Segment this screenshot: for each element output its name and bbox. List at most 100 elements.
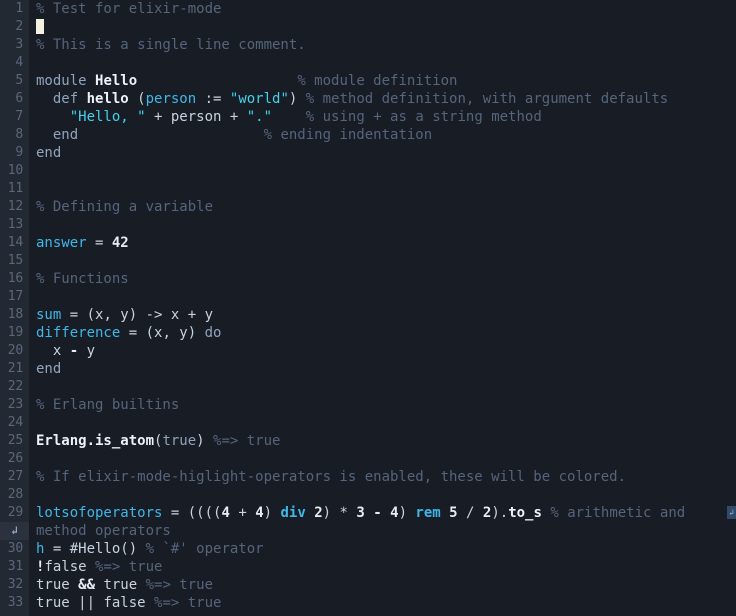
code-line-content[interactable]: answer = 42 [29,234,736,252]
code-line-row[interactable]: 27 % If elixir-mode-higlight-operators is… [0,468,736,486]
code-line-row[interactable]: 28 [0,486,736,504]
code-line-content[interactable]: % If elixir-mode-higlight-operators is e… [29,468,736,486]
code-line-row[interactable]: 30 h = #Hello() % `#' operator [0,540,736,558]
code-line-content[interactable] [29,180,736,198]
line-number: 33 [0,594,29,612]
code-line-content[interactable]: "Hello, " + person + "." % using + as a … [29,108,736,126]
line-wrap-icon: ↲ [727,506,736,519]
code-rows[interactable]: 1% Test for elixir-mode 2 3% This is a sin… [0,0,736,612]
code-line-row[interactable]: 19 difference = (x, y) do [0,324,736,342]
line-number: 17 [0,288,29,306]
wrap-continuation-row[interactable]: ↲ method operators [0,522,736,540]
code-line-content[interactable] [29,162,736,180]
code-line-content[interactable] [29,378,736,396]
code-line-row[interactable]: 14 answer = 42 [0,234,736,252]
code-line-row[interactable]: 8 end % ending indentation [0,126,736,144]
code-line-content[interactable]: end [29,360,736,378]
line-number: 26 [0,450,29,468]
code-line-row[interactable]: 18 sum = (x, y) -> x + y [0,306,736,324]
code-line-content[interactable]: % Functions [29,270,736,288]
code-line-content[interactable]: sum = (x, y) -> x + y [29,306,736,324]
code-line-row[interactable]: 24 [0,414,736,432]
code-line-row[interactable]: 2 [0,18,736,36]
code-line-content[interactable]: Erlang.is_atom(true) %=> true [29,432,736,450]
code-token-pl: false [44,559,87,575]
code-line-content[interactable] [29,414,736,432]
code-line-content[interactable]: % Test for elixir-mode [29,0,736,18]
code-line-row[interactable]: 32 true && true %=> true [0,576,736,594]
code-line-row[interactable]: 17 [0,288,736,306]
code-token-pl: = (x, y) -> x + y [61,307,214,323]
code-line-row[interactable]: 9 end [0,144,736,162]
code-editor[interactable]: 1% Test for elixir-mode 2 3% This is a sin… [0,0,736,616]
line-number: 20 [0,342,29,360]
code-line-row[interactable]: 31 !false %=> true [0,558,736,576]
code-line-row[interactable]: 6 def hello (person := "world") % method… [0,90,736,108]
code-token-op: - [373,505,382,521]
code-line-content[interactable] [29,252,736,270]
code-line-row[interactable]: 7 "Hello, " + person + "." % using + as … [0,108,736,126]
code-line-content[interactable]: difference = (x, y) do [29,324,736,342]
code-token-num: 42 [111,235,129,251]
code-line-row[interactable]: 25 Erlang.is_atom(true) %=> true [0,432,736,450]
code-line-content[interactable]: % Defining a variable [29,198,736,216]
code-line-content[interactable]: % This is a single line comment. [29,36,736,54]
code-line-content[interactable] [29,18,736,36]
code-line-content[interactable] [29,486,736,504]
code-line-content[interactable]: x - y [29,342,736,360]
code-line-content[interactable]: end [29,144,736,162]
code-line-content[interactable]: h = #Hello() % `#' operator [29,540,736,558]
code-line-content[interactable] [29,288,736,306]
code-line-row[interactable]: 21 end [0,360,736,378]
code-token-pl: / [457,505,483,521]
code-token-pl: ) [288,91,306,107]
code-line-content[interactable]: % Erlang builtins [29,396,736,414]
code-line-row[interactable]: 5 module Hello % module definition [0,72,736,90]
code-line-content[interactable]: def hello (person := "world") % method d… [29,90,736,108]
code-line-content[interactable]: lotsofoperators = ((((4 + 4) div 2) * 3 … [29,504,736,522]
code-line-row[interactable]: 16 % Functions [0,270,736,288]
code-token-cmt: % Test for elixir-mode [36,1,222,17]
code-token-cmt: % `#' operator [145,541,264,557]
code-line-row[interactable]: 22 [0,378,736,396]
code-line-content[interactable]: true && true %=> true [29,576,736,594]
code-line-content[interactable] [29,450,736,468]
code-token-num: 3 [356,505,365,521]
code-line-content[interactable]: true || false %=> true [29,594,736,612]
code-line-row[interactable]: 4 [0,54,736,72]
code-line-content[interactable]: end % ending indentation [29,126,736,144]
code-line-content[interactable] [29,54,736,72]
code-token-cmt: % method definition, with argument defau… [305,91,669,107]
line-number: 8 [0,126,29,144]
code-token-pl: = (x, y) [120,325,205,341]
code-line-content[interactable]: !false %=> true [29,558,736,576]
code-line-row[interactable]: 12 % Defining a variable [0,198,736,216]
wrap-marker-icon: ↲ [0,522,29,540]
code-line-row[interactable]: 20 x - y [0,342,736,360]
line-number: 24 [0,414,29,432]
code-line-row[interactable]: 3 % This is a single line comment. [0,36,736,54]
code-line-row[interactable]: 23 % Erlang builtins [0,396,736,414]
code-line-content[interactable] [29,216,736,234]
line-number: 10 [0,162,29,180]
code-line-content[interactable]: module Hello % module definition [29,72,736,90]
code-token-cmt: %=> true [145,577,214,593]
code-line-row[interactable]: 29 lotsofoperators = ((((4 + 4) div 2) * … [0,504,736,522]
code-line-row[interactable]: 15 [0,252,736,270]
code-token-pl: x [36,343,70,359]
code-line-row[interactable]: 26 [0,450,736,468]
code-line-row[interactable]: 13 [0,216,736,234]
line-number: 1 [0,0,29,18]
code-line-row[interactable]: 10 [0,162,736,180]
code-line-row[interactable]: 1 % Test for elixir-mode [0,0,736,18]
code-line-row[interactable]: 11 [0,180,736,198]
code-line-row[interactable]: 33 true || false %=> true [0,594,736,612]
code-line-content[interactable]: method operators [29,522,736,540]
code-token-pl: ) * [322,505,357,521]
code-token-num: 2 [314,505,323,521]
